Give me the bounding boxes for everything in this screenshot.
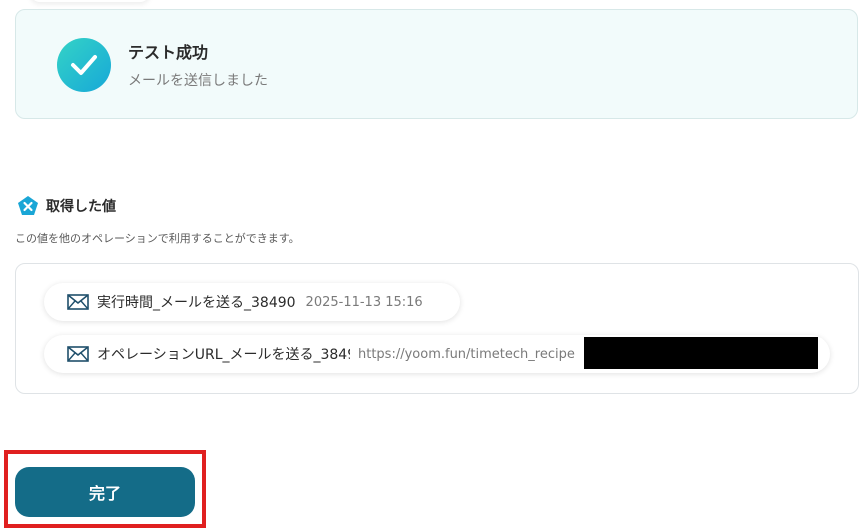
output-values-heading: 取得した値 [17, 194, 116, 218]
mail-icon [67, 346, 89, 362]
check-circle-icon [57, 38, 111, 92]
top-card-edge [30, 0, 150, 2]
output-label: 実行時間_メールを送る_38490 [97, 295, 296, 311]
test-success-card: テスト成功 メールを送信しました [15, 9, 858, 119]
output-value-chip[interactable]: 実行時間_メールを送る_38490 2025-11-13 15:16 [44, 283, 460, 321]
section-description: この値を他のオペレーションで利用することができます。 [15, 232, 300, 245]
success-title: テスト成功 [128, 43, 209, 62]
output-label: オペレーションURL_メールを送る_38490 [97, 347, 350, 363]
mail-icon [67, 294, 89, 310]
redaction-box [584, 337, 818, 369]
output-value: https://yoom.fun/timetech_recipe [358, 346, 575, 362]
done-button[interactable]: 完了 [15, 467, 195, 517]
success-subtitle: メールを送信しました [128, 73, 268, 89]
output-value: 2025-11-13 15:16 [305, 294, 423, 310]
yoom-variable-icon [17, 195, 39, 217]
section-title: 取得した値 [46, 199, 116, 215]
